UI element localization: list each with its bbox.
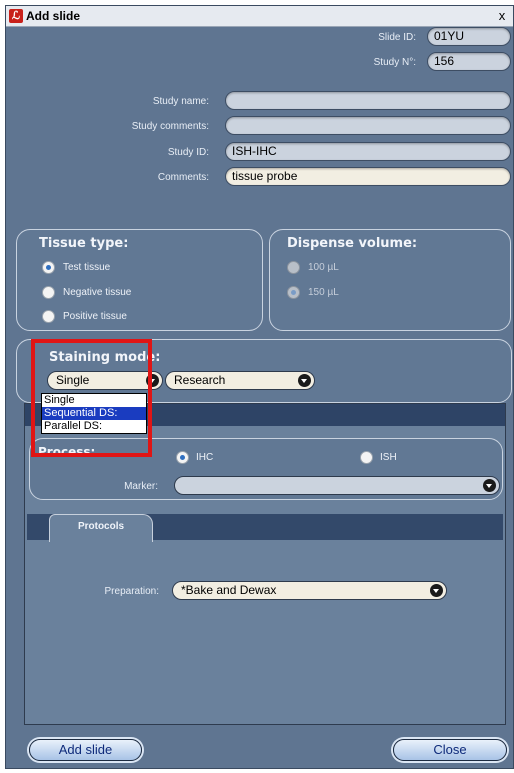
study-name-label: Study name: [152,96,209,107]
study-comments-label: Study comments: [131,121,209,132]
window-title: Add slide [26,9,81,23]
close-icon[interactable]: x [495,8,509,24]
test-tissue-label: Test tissue [63,262,111,273]
ihc-label: IHC [196,452,214,463]
comments-field[interactable]: tissue probe [225,167,511,186]
tissue-type-title: Tissue type: [39,236,129,251]
tab-protocols[interactable]: Protocols [49,514,153,542]
volume-150-radio[interactable] [287,286,300,299]
slide-id-field[interactable]: 01YU [427,27,511,46]
study-name-field[interactable] [225,91,511,110]
study-n-label: Study N°: [373,57,416,68]
study-id-label: Study ID: [167,147,209,158]
add-slide-button[interactable]: Add slide [29,739,142,761]
comments-label: Comments: [157,172,209,183]
marker-select[interactable] [174,476,500,495]
study-comments-field[interactable] [225,116,511,135]
test-tissue-radio[interactable] [42,261,55,274]
dispense-volume-panel: Dispense volume: 100 µL 150 µL [269,229,511,331]
tissue-type-panel: Tissue type: Test tissue Negative tissue… [16,229,263,331]
research-select[interactable]: Research [165,371,315,390]
chevron-down-icon[interactable] [483,479,496,492]
preparation-select[interactable]: *Bake and Dewax [172,581,447,600]
marker-label: Marker: [124,481,158,492]
highlight-box [31,339,152,457]
ish-radio[interactable] [360,451,373,464]
study-n-field[interactable]: 156 [427,52,511,71]
volume-100-radio[interactable] [287,261,300,274]
negative-tissue-radio[interactable] [42,286,55,299]
preparation-value: *Bake and Dewax [181,583,277,597]
close-button[interactable]: Close [393,739,507,761]
preparation-label: Preparation: [104,586,159,597]
chevron-down-icon[interactable] [430,584,443,597]
study-id-field[interactable]: ISH-IHC [225,142,511,161]
title-bar: ℒ Add slide x [6,6,513,27]
volume-150-label: 150 µL [308,287,339,298]
positive-tissue-label: Positive tissue [63,311,127,322]
ish-label: ISH [380,452,397,463]
slide-id-label: Slide ID: [378,32,416,43]
ihc-radio[interactable] [176,451,189,464]
chevron-down-icon[interactable] [298,374,311,387]
research-value: Research [174,373,226,387]
positive-tissue-radio[interactable] [42,310,55,323]
app-logo-icon: ℒ [9,9,23,23]
volume-100-label: 100 µL [308,262,339,273]
dispense-volume-title: Dispense volume: [287,236,418,251]
negative-tissue-label: Negative tissue [63,287,132,298]
